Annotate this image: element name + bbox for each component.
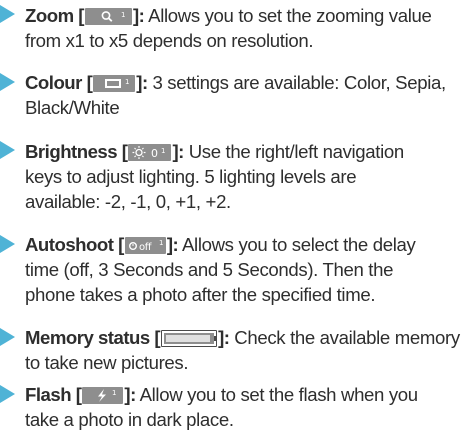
description-line-3: available: -2, -1, 0, +1, +2. [25,191,231,212]
description-line-2: Black/White [25,97,120,118]
brightness-sun-icon: 0 1 [128,144,172,161]
svg-text:1: 1 [161,147,165,155]
description-line-1: Check the available memory [229,327,460,348]
description-line-2: time (off, 3 Seconds and 5 Seconds). The… [25,259,394,280]
colour-film-icon: 1 [93,75,136,92]
list-item-text: Memory status [ ]: Check the available m… [25,325,474,375]
term-close: ]: [124,384,136,405]
list-item-text: Flash [ 1 ]: Allow you to set the flash … [25,382,474,432]
term-label: Autoshoot [ [25,234,124,255]
description-line-1: Allows you to select the delay [178,234,416,255]
svg-text:1: 1 [159,239,163,247]
term-label: Memory status [ [25,327,161,348]
autoshoot-value: off [139,242,152,253]
svg-text:1: 1 [125,78,129,86]
description-line-1: Use the right/left navigation [183,141,405,162]
bullet-arrow-icon [0,73,15,91]
flash-bolt-icon: 1 [82,387,124,404]
bullet-arrow-icon [0,141,15,159]
list-item-text: Colour [ 1 ]: 3 settings are available: … [25,70,474,120]
description-line-2: from x1 to x5 depends on resolution. [25,30,314,51]
list-item-text: Autoshoot [ off 1 ]: Allows you to selec… [25,232,474,307]
bullet-arrow-icon [0,328,15,346]
bullet-arrow-icon [0,385,15,403]
autoshoot-timer-icon: off 1 [124,237,166,254]
memory-status-icon [161,330,218,347]
description-line-1: 3 settings are available: Color, Sepia, [147,72,446,93]
zoom-magnifier-icon: 1 [84,8,132,25]
description-line-1: Allows you to set the zooming value [144,5,432,26]
description-line-1: Allow you to set the flash when you [135,384,419,405]
list-item-autoshoot: Autoshoot [ off 1 ]: Allows you to selec… [0,232,474,312]
description-line-2: take a photo in dark place. [25,409,234,430]
bullet-arrow-icon [0,5,15,23]
term-label: Zoom [ [25,5,84,26]
term-label: Flash [ [25,384,82,405]
term-label: Colour [ [25,72,93,93]
term-close: ]: [136,72,148,93]
list-item-brightness: Brightness [ 0 1 ]: Use the right/left n… [0,139,474,219]
bullet-arrow-icon [0,235,15,253]
list-item-text: Brightness [ 0 1 ]: Use the right/left n… [25,139,474,214]
term-close: ]: [218,327,230,348]
list-item-zoom: Zoom [ 1 ]: Allows you to set the zoomin… [0,0,474,56]
list-item-colour: Colour [ 1 ]: 3 settings are available: … [0,70,474,126]
term-close: ]: [172,141,184,162]
svg-text:1: 1 [121,11,125,19]
settings-description-page: Zoom [ 1 ]: Allows you to set the zoomin… [0,0,474,430]
description-line-3: phone takes a photo after the specified … [25,284,376,305]
term-label: Brightness [ [25,141,128,162]
svg-text:1: 1 [112,389,116,397]
term-close: ]: [166,234,179,255]
description-line-2: keys to adjust lighting. 5 lighting leve… [25,166,357,187]
brightness-value: 0 [151,147,158,160]
term-close: ]: [132,5,145,26]
list-item-text: Zoom [ 1 ]: Allows you to set the zoomin… [25,3,474,53]
list-item-flash: Flash [ 1 ]: Allow you to set the flash … [0,382,474,430]
list-item-memory-status: Memory status [ ]: Check the available m… [0,325,474,381]
description-line-2: to take new pictures. [25,352,189,373]
